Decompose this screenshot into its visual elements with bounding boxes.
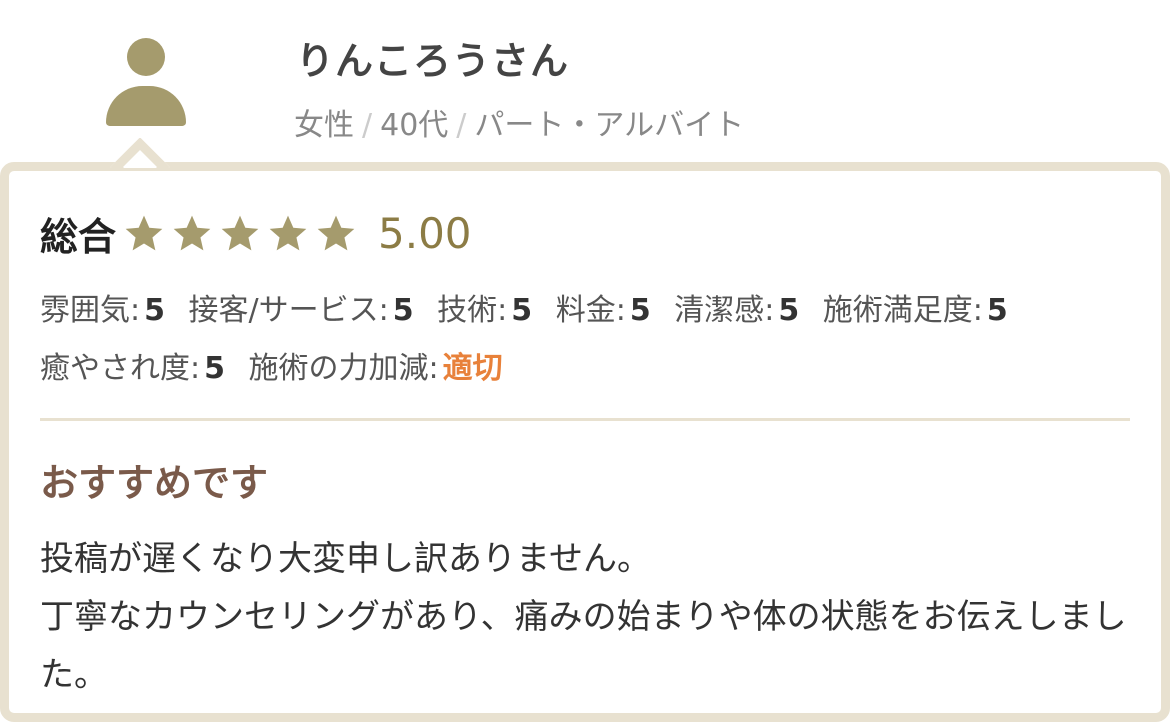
star-icon [125, 215, 163, 250]
review-line: 投稿が遅くなり大変申し訳ありません。 [40, 539, 651, 579]
star-icon [269, 215, 307, 250]
rating-label: 施術の力加減: [248, 351, 439, 386]
star-icon [173, 215, 211, 250]
rating-item: 清潔感: 5 [674, 293, 799, 328]
overall-label: 総合 [40, 215, 117, 259]
card-pointer [110, 138, 170, 168]
star-icon [317, 215, 355, 250]
overall-score: 5.00 [378, 209, 472, 258]
review-title: おすすめです [40, 461, 269, 505]
reviewer-name: りんころうさん [296, 39, 570, 83]
rating-value: 5 [392, 293, 414, 328]
reviewer-gender: 女性 [294, 108, 354, 143]
rating-value: 5 [629, 293, 651, 328]
user-avatar-icon [106, 38, 186, 128]
star-icon [221, 215, 259, 250]
overall-rating: 総合 5.00 [40, 206, 472, 261]
rating-item: 癒やされ度: 5 [40, 351, 225, 386]
rating-label: 接客/サービス: [188, 293, 389, 328]
rating-value: 5 [986, 293, 1008, 328]
rating-value: 5 [778, 293, 800, 328]
rating-item: 技術: 5 [437, 293, 532, 328]
rating-label: 料金: [555, 293, 626, 328]
rating-breakdown: 雰囲気: 5 接客/サービス: 5 技術: 5 料金: 5 清潔感: 5 施術満足度: 5 … [40, 282, 1130, 398]
reviewer-meta: 女性/40代 / パート・アルバイト [294, 100, 744, 144]
review-body: 投稿が遅くなり大変申し訳ありません。丁寧なカウンセリングがあり、痛みの始まりや体… [40, 530, 1135, 704]
divider [40, 418, 1130, 421]
rating-label: 雰囲気: [40, 293, 141, 328]
rating-value: 適切 [442, 351, 503, 386]
rating-value: 5 [204, 351, 225, 386]
review-line: 丁寧なカウンセリングがあり、痛みの始まりや体の状態をお伝えしました。 [40, 597, 1127, 695]
rating-label: 技術: [437, 293, 508, 328]
rating-value: 5 [511, 293, 533, 328]
rating-item: 接客/サービス: 5 [189, 293, 414, 328]
rating-item: 料金: 5 [556, 293, 651, 328]
star-rating [122, 212, 362, 256]
rating-item: 雰囲気: 5 [40, 293, 165, 328]
avatar-head [127, 38, 165, 76]
rating-label: 癒やされ度: [40, 351, 201, 386]
rating-label: 施術満足度: [822, 293, 983, 328]
avatar-body [106, 86, 186, 126]
reviewer-age: 40代 [380, 108, 449, 143]
rating-item: 施術の力加減: 適切 [249, 351, 503, 386]
rating-value: 5 [144, 293, 165, 328]
meta-separator: / [456, 108, 467, 143]
rating-label: 清潔感: [674, 293, 775, 328]
meta-separator: / [362, 108, 373, 143]
reviewer-occupation: パート・アルバイト [474, 108, 745, 143]
rating-item: 施術満足度: 5 [823, 293, 1008, 328]
